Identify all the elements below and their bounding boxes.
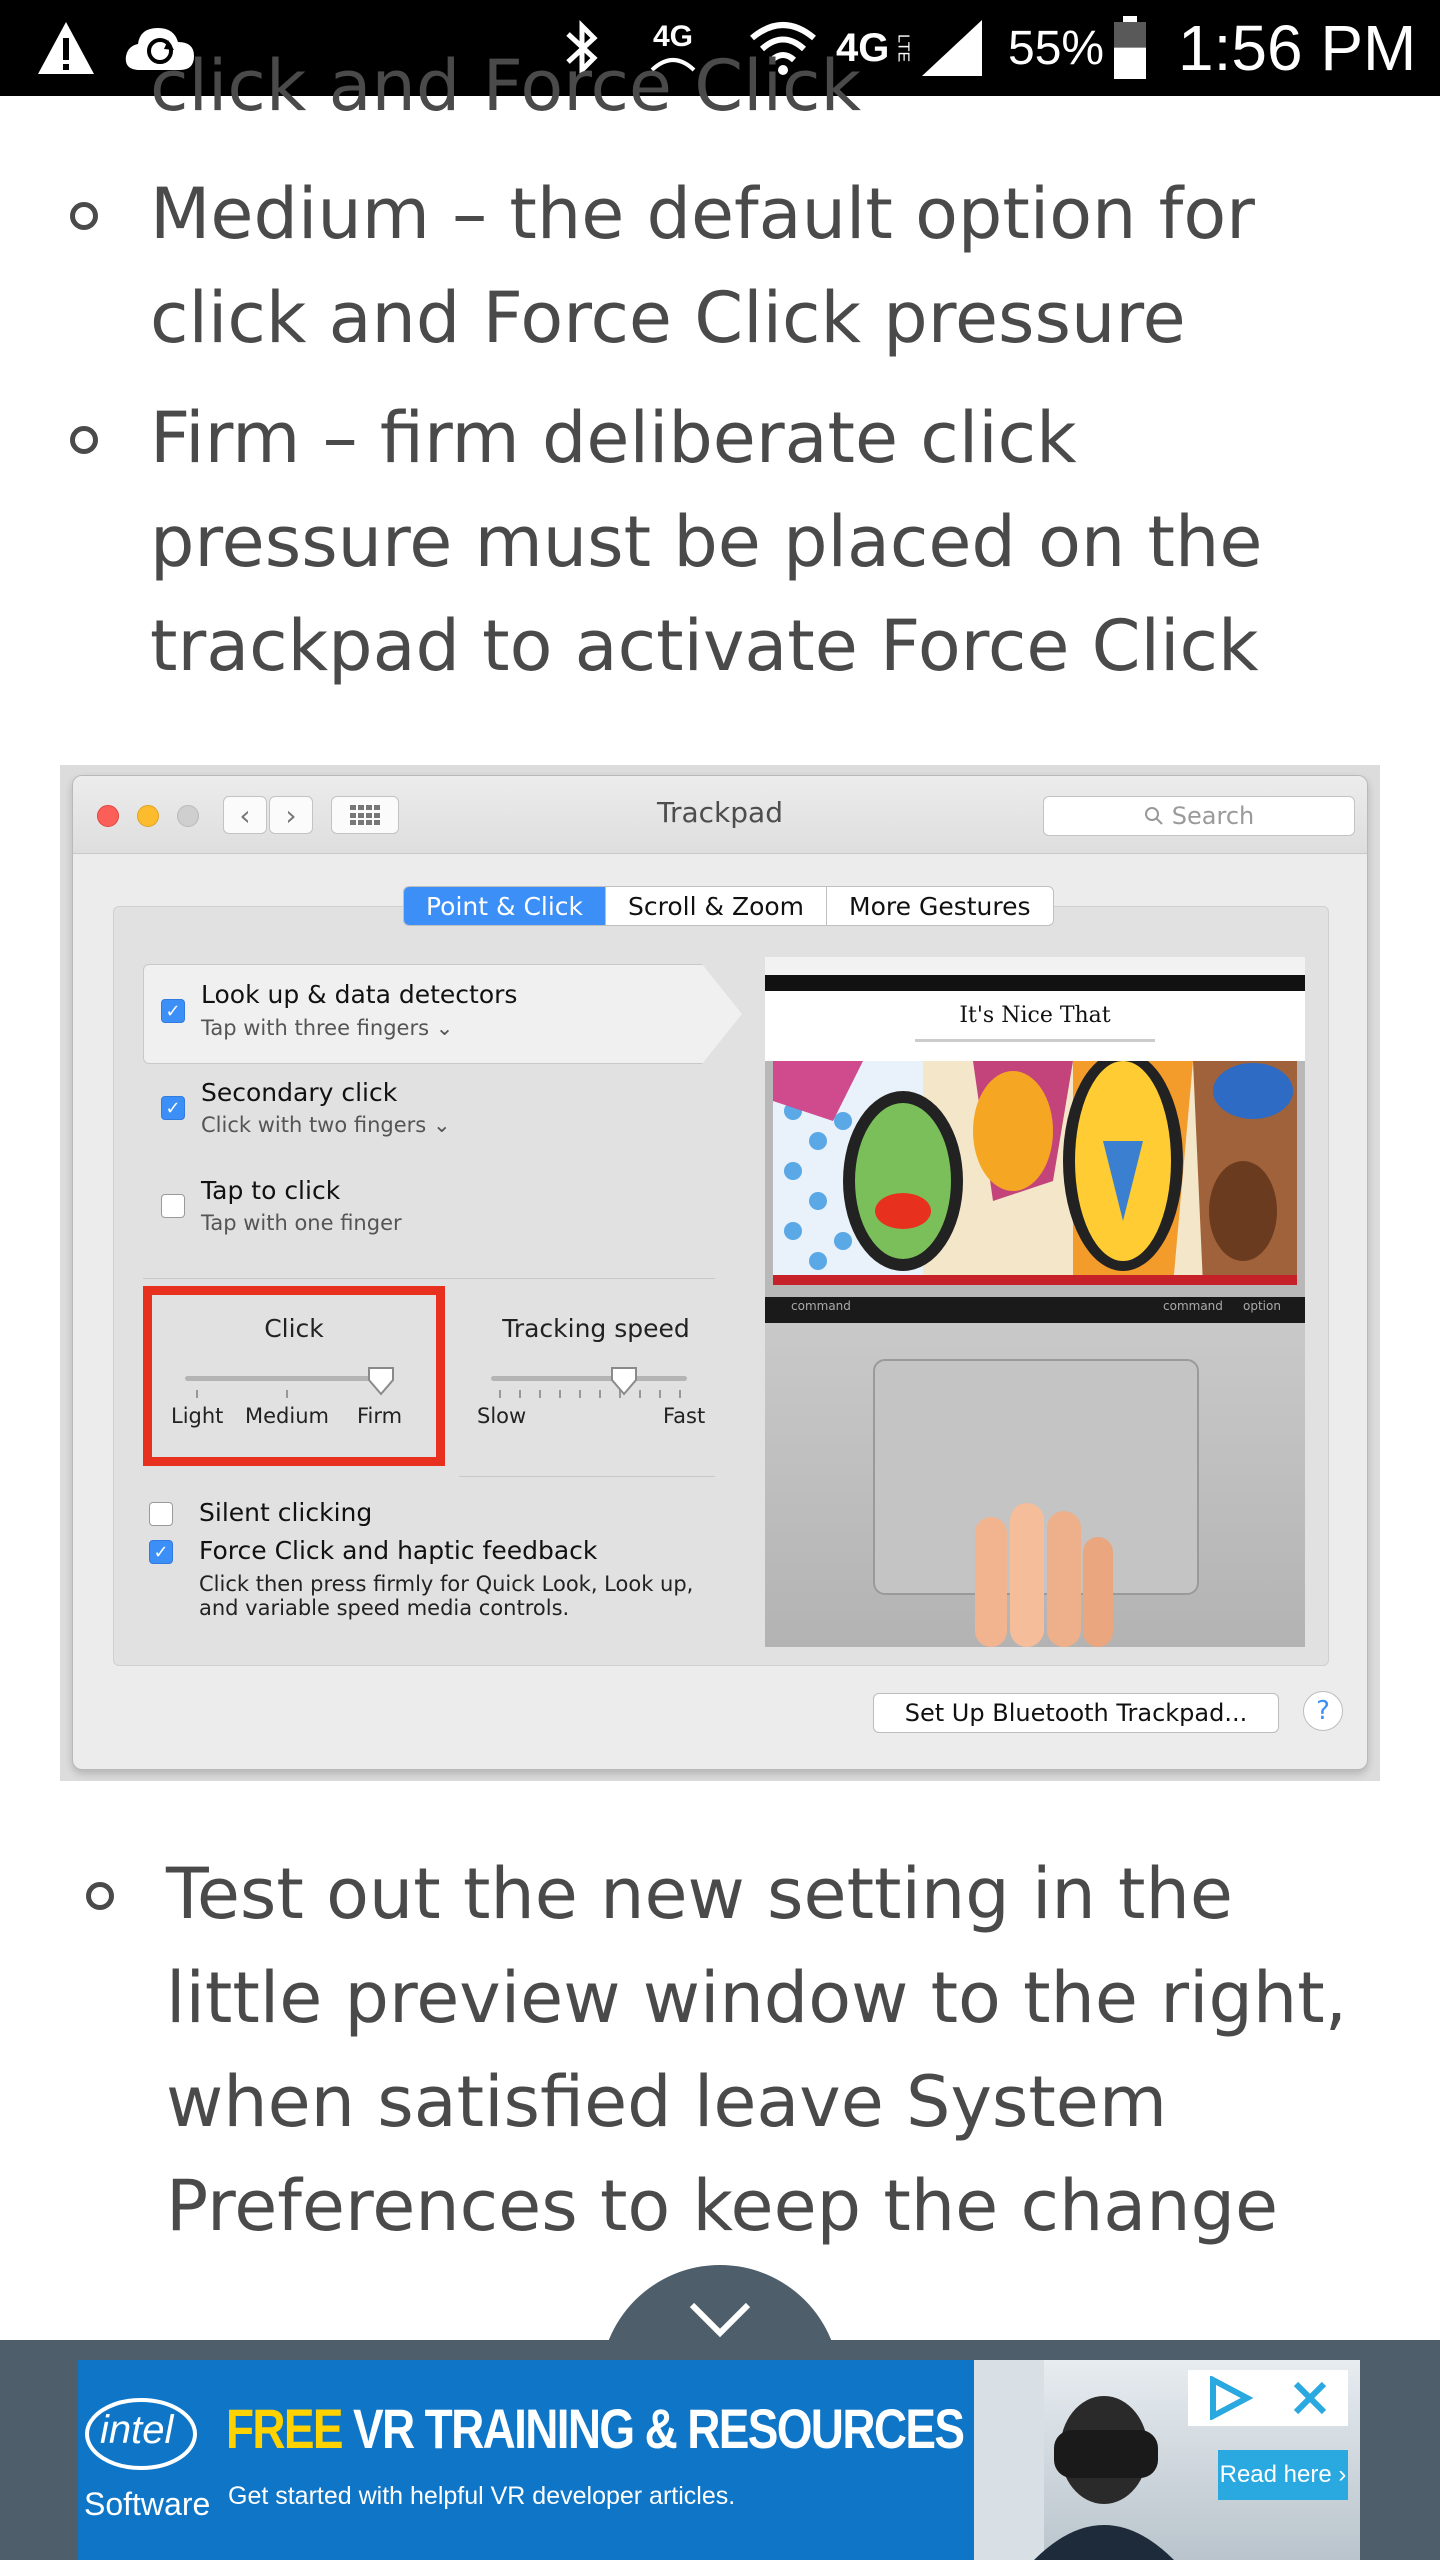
hand-fingers-image (975, 1503, 1113, 1647)
keyboard-row: command command option (765, 1297, 1305, 1323)
bullet-line: Test out the new setting in the (166, 1853, 1233, 1935)
website-header (765, 975, 1305, 991)
slider-tick (196, 1390, 198, 1398)
bullet-line: trackpad to activate Force Click (150, 605, 1259, 687)
tab-scroll-and-zoom: Scroll & Zoom (605, 887, 826, 925)
partial-previous-line: click and Force Click (150, 45, 862, 127)
tracking-speed-track (491, 1376, 687, 1381)
bullet-line: little preview window to the right, (166, 1957, 1347, 2039)
trackpad-preview-image: It's Nice That command command option (765, 957, 1305, 1647)
tab-bar: Point & Click Scroll & Zoom More Gesture… (403, 886, 1054, 926)
tracking-speed-title: Tracking speed (502, 1314, 690, 1343)
software-label: Software (84, 2486, 211, 2522)
website-nav: It's Nice That (765, 991, 1305, 1061)
click-slider-title: Click (264, 1314, 324, 1343)
preferences-search-field: Search (1043, 796, 1355, 836)
click-tick-firm: Firm (357, 1404, 403, 1428)
divider (143, 1278, 715, 1279)
option-title-silent-clicking: Silent clicking (199, 1498, 373, 1527)
search-icon (1144, 807, 1163, 825)
bullet-item-test-setting: Test out the new setting in the little p… (166, 1842, 1347, 2258)
click-tick-medium: Medium (245, 1404, 329, 1428)
slider-tick (679, 1390, 681, 1398)
bullet-line: click and Force Click pressure (150, 277, 1186, 359)
selected-option-pointer (702, 964, 742, 1064)
slider-tick (659, 1390, 661, 1398)
bullet-marker (70, 426, 98, 454)
colorful-illustration (773, 1061, 1297, 1285)
checkbox-force-click: ✓ (149, 1540, 173, 1564)
slider-tick (499, 1390, 501, 1398)
tracking-speed-knob (611, 1367, 638, 1396)
bullet-line: Firm – firm deliberate click (150, 397, 1077, 479)
selected-option-highlight (143, 964, 703, 1064)
option-title-secondary-click: Secondary click (201, 1078, 398, 1107)
checkbox-look-up: ✓ (161, 999, 185, 1023)
tab-more-gestures: More Gestures (826, 887, 1052, 925)
warning-icon (36, 0, 96, 96)
key-option: option (1243, 1299, 1281, 1313)
tracking-min-label: Slow (477, 1404, 527, 1428)
checkbox-tap-to-click (161, 1194, 185, 1218)
ad-controls (1188, 2370, 1348, 2426)
chevron-down-icon: ⌄ (435, 1016, 454, 1040)
click-tick-light: Light (171, 1404, 224, 1428)
intel-brand-text: intel (100, 2408, 174, 2452)
lte-label: LTE (894, 33, 912, 63)
option-title-force-click: Force Click and haptic feedback (199, 1536, 598, 1565)
click-slider-knob (368, 1367, 394, 1396)
clock: 1:56 PM (1178, 12, 1417, 84)
tracking-max-label: Fast (663, 1404, 706, 1428)
set-up-bluetooth-trackpad-button: Set Up Bluetooth Trackpad... (873, 1693, 1279, 1733)
option-title-tap-to-click: Tap to click (201, 1176, 341, 1205)
read-here-button[interactable]: Read here › (1218, 2450, 1348, 2500)
slider-tick (599, 1390, 601, 1398)
adchoices-icon[interactable] (1207, 2376, 1253, 2420)
slider-tick (559, 1390, 561, 1398)
search-placeholder: Search (1171, 802, 1255, 830)
preferences-window: ‹ › Trackpad Search Point & Click Scroll… (72, 775, 1368, 1770)
battery-percent: 55% (1008, 21, 1105, 75)
option-subtitle-secondary-click: Click with two fingers ⌄ (201, 1113, 451, 1137)
divider (459, 1476, 715, 1477)
chevron-down-icon: ⌄ (432, 1113, 451, 1137)
ad-subline: Get started with helpful VR developer ar… (228, 2482, 736, 2510)
bullet-line: pressure must be placed on the (150, 501, 1263, 583)
trackpad-preferences-screenshot: ‹ › Trackpad Search Point & Click Scroll… (60, 765, 1380, 1781)
force-click-description: Click then press firmly for Quick Look, … (199, 1572, 694, 1620)
help-icon: ? (1303, 1691, 1343, 1731)
chevron-down-icon[interactable] (688, 2299, 752, 2339)
bullet-marker (86, 1882, 114, 1910)
slider-tick (539, 1390, 541, 1398)
slider-tick (286, 1390, 288, 1398)
browser-toolbar (765, 957, 1305, 975)
bullet-item-firm: Firm – firm deliberate click pressure mu… (150, 386, 1262, 698)
slider-tick (579, 1390, 581, 1398)
bullet-line: Medium – the default option for (150, 173, 1255, 255)
bullet-line: when satisfied leave System (166, 2061, 1168, 2143)
checkbox-secondary-click: ✓ (161, 1096, 185, 1120)
key-command-left: command (791, 1299, 851, 1313)
website-logo: It's Nice That (959, 1003, 1111, 1028)
bullet-line: Preferences to keep the change (166, 2165, 1279, 2247)
window-titlebar: ‹ › Trackpad Search (73, 776, 1367, 854)
option-title-look-up: Look up & data detectors (201, 980, 518, 1009)
slider-tick (639, 1390, 641, 1398)
cell-signal-icon (920, 0, 984, 96)
intel-banner-ad[interactable]: intel Software FREE VR TRAINING & RESOUR… (78, 2360, 1360, 2560)
tab-point-and-click: Point & Click (404, 887, 606, 925)
slider-tick (519, 1390, 521, 1398)
option-subtitle-tap-to-click: Tap with one finger (201, 1211, 402, 1235)
key-command-right: command (1163, 1299, 1223, 1313)
bullet-marker (70, 202, 98, 230)
battery-icon (1112, 0, 1148, 96)
checkbox-silent-clicking (149, 1502, 173, 1526)
click-slider-track (185, 1376, 391, 1381)
close-ad-icon[interactable] (1290, 2378, 1330, 2418)
bullet-item-medium: Medium – the default option for click an… (150, 162, 1255, 370)
option-subtitle-look-up: Tap with three fingers ⌄ (201, 1016, 454, 1040)
ad-headline-free: FREE (226, 2397, 344, 2460)
